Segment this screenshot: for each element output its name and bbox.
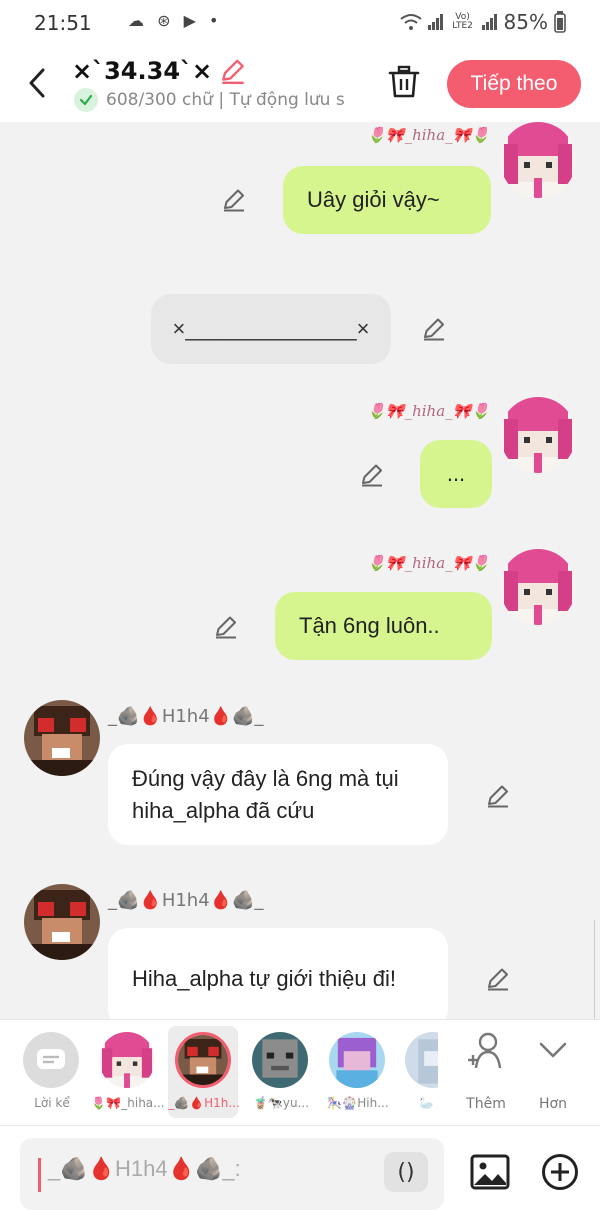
status-right: Vo) LTE2 85% — [399, 10, 566, 34]
avatar — [175, 1032, 231, 1088]
editor-header: ×`34.34`× 608/300 chữ | Tự động lưu s Ti… — [0, 48, 600, 122]
avatar-h1h4[interactable] — [24, 700, 100, 776]
parenthesis-button[interactable]: () — [384, 1152, 428, 1192]
sender-name: 🌷🎀_hiha_🎀🌷 — [367, 402, 490, 420]
save-status: 608/300 chữ | Tự động lưu s — [74, 88, 364, 112]
avatar-h1h4[interactable] — [24, 884, 100, 960]
character-label: _🪨🩸H1h... — [168, 1096, 240, 1110]
message-bubble[interactable]: Tận 6ng luôn.. — [275, 592, 492, 660]
add-circle-icon[interactable] — [540, 1152, 580, 1192]
more-label: Hơn — [539, 1096, 567, 1112]
character-narrator[interactable]: Lời kể — [16, 1026, 86, 1118]
status-time: 21:51 — [34, 11, 92, 35]
edit-icon[interactable] — [220, 186, 248, 214]
character-selector: Lời kể 🌷🎀_hiha... _🪨🩸H1h... 🧋🐄yu... 🎠🎡Hi… — [0, 1019, 600, 1125]
sender-name: _🪨🩸H1h4🩸🪨_ — [108, 890, 264, 911]
avatar-hiha[interactable] — [500, 397, 576, 473]
more-button[interactable]: Hơn — [523, 1030, 583, 1122]
signal-icon-2 — [481, 14, 497, 30]
message-text: Hiha_alpha tự giới thiệu đi! — [132, 965, 396, 991]
avatar — [329, 1032, 385, 1088]
next-button[interactable]: Tiếp theo — [447, 60, 581, 108]
narration-bubble[interactable]: ×______________× — [151, 294, 391, 364]
message-input[interactable]: _🪨🩸H1h4🩸🪨_: — [48, 1156, 241, 1182]
message-bubble[interactable]: Uây giỏi vậy~ — [283, 166, 491, 234]
sender-name: _🪨🩸H1h4🩸🪨_ — [108, 706, 264, 727]
message-bubble[interactable]: Hiha_alpha tự giới thiệu đi! — [108, 928, 448, 1019]
edit-icon[interactable] — [212, 613, 240, 641]
character-hih[interactable]: 🎠🎡Hih... — [322, 1026, 392, 1118]
narration-text: ×______________× — [172, 316, 370, 341]
battery-icon — [554, 11, 566, 33]
avatar-hiha[interactable] — [500, 549, 576, 625]
status-bar: 21:51 ☁ ⊛ ▶ • Vo) LTE2 85% — [0, 0, 600, 48]
sender-name: 🌷🎀_hiha_🎀🌷 — [367, 126, 490, 144]
signal-icon — [427, 14, 443, 30]
character-hiha[interactable]: 🌷🎀_hiha... — [91, 1026, 165, 1118]
edit-icon[interactable] — [484, 782, 512, 810]
character-label: Lời kể — [34, 1096, 70, 1110]
message-bubble[interactable]: ... — [420, 440, 492, 508]
avatar — [405, 1032, 438, 1088]
character-label: 🌷🎀_hiha... — [91, 1096, 165, 1110]
edit-icon[interactable] — [484, 965, 512, 993]
character-label: 🧋🐄yu... — [252, 1096, 310, 1110]
message-input-box[interactable]: _🪨🩸H1h4🩸🪨_: () — [20, 1138, 444, 1210]
message-text: Tận 6ng luôn.. — [299, 613, 440, 638]
edit-title-icon[interactable] — [218, 56, 248, 86]
message-text: Uây giỏi vậy~ — [307, 187, 440, 212]
network-type: Vo) LTE2 — [452, 12, 473, 31]
character-partial[interactable]: 🦢❕ — [398, 1026, 438, 1118]
image-icon[interactable] — [470, 1152, 510, 1192]
composer: _🪨🩸H1h4🩸🪨_: () — [0, 1125, 600, 1210]
character-label: 🦢❕ — [419, 1096, 438, 1110]
check-icon — [74, 88, 98, 112]
add-character-button[interactable]: Thêm — [456, 1030, 516, 1122]
character-label: 🎠🎡Hih... — [327, 1096, 389, 1110]
back-arrow-icon[interactable] — [24, 66, 52, 100]
chat-area: 🌷🎀_hiha_🎀🌷 Uây giỏi vậy~ ×______________… — [0, 122, 600, 1019]
avatar — [252, 1032, 308, 1088]
battery-percent: 85% — [503, 10, 548, 34]
message-text: Đúng vậy đây là 6ng mà tụi hiha_alpha đã… — [132, 765, 399, 823]
edit-icon[interactable] — [420, 315, 448, 343]
sender-name: 🌷🎀_hiha_🎀🌷 — [367, 554, 490, 572]
word-count-autosave: 608/300 chữ | Tự động lưu s — [106, 90, 345, 110]
notification-icons: ☁ ⊛ ▶ • — [128, 11, 223, 30]
wifi-icon — [399, 14, 422, 30]
add-person-icon — [468, 1032, 502, 1069]
character-yu[interactable]: 🧋🐄yu... — [245, 1026, 315, 1118]
avatar — [99, 1032, 155, 1088]
title-row: ×`34.34`× — [72, 56, 248, 86]
add-label: Thêm — [466, 1096, 506, 1112]
story-title[interactable]: ×`34.34`× — [72, 57, 212, 85]
chevron-down-icon — [539, 1042, 567, 1058]
narration-icon — [23, 1032, 79, 1088]
edit-icon[interactable] — [358, 461, 386, 489]
text-caret — [38, 1158, 41, 1192]
trash-icon[interactable] — [386, 64, 422, 100]
message-bubble[interactable]: Đúng vậy đây là 6ng mà tụi hiha_alpha đã… — [108, 744, 448, 845]
avatar-hiha[interactable] — [500, 122, 576, 198]
message-text: ... — [446, 461, 466, 486]
character-h1h4[interactable]: _🪨🩸H1h... — [168, 1026, 240, 1118]
